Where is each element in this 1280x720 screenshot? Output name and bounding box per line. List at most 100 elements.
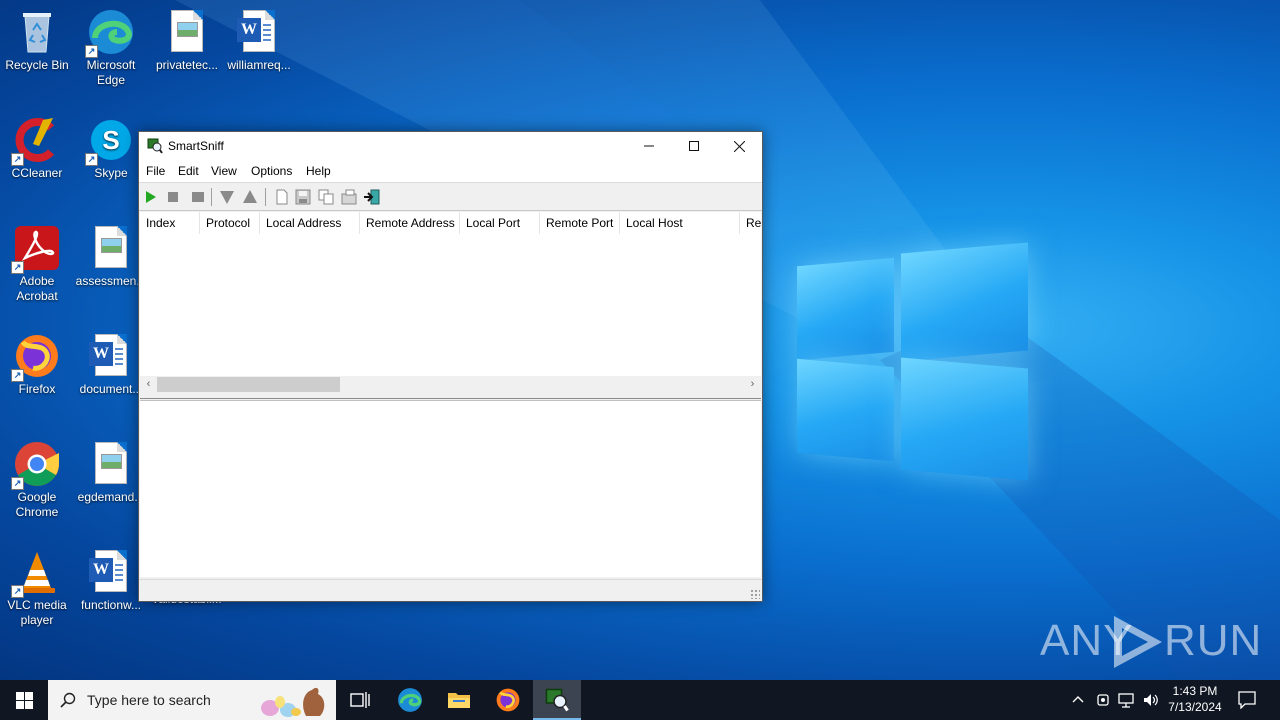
smartsniff-window: SmartSniff File Edit View Options Help I…	[138, 131, 763, 602]
skype-icon: S ↗	[85, 116, 135, 166]
clock-time: 1:43 PM	[1172, 684, 1218, 698]
taskbar-edge-button[interactable]	[386, 680, 434, 720]
desktop-icon-microsoft-edge[interactable]: ↗ Microsoft Edge	[74, 8, 148, 88]
maximize-button[interactable]	[671, 132, 717, 160]
menu-edit[interactable]: Edit	[178, 164, 199, 178]
start-capture-icon[interactable]	[142, 188, 160, 206]
minimize-button[interactable]	[626, 132, 672, 160]
word-document-icon: W	[87, 332, 135, 380]
menu-bar: File Edit View Options Help	[139, 160, 762, 182]
image-file-icon	[163, 8, 211, 56]
shortcut-arrow-icon: ↗	[11, 369, 24, 382]
column-header-remote-address[interactable]: Remote Address	[360, 212, 460, 234]
menu-help[interactable]: Help	[306, 164, 331, 178]
packet-list[interactable]: Index Protocol Local Address Remote Addr…	[140, 212, 761, 392]
desktop-icon-firefox[interactable]: ↗ Firefox	[0, 332, 74, 397]
toolbar-separator	[211, 188, 212, 206]
windows-wallpaper-logo	[795, 240, 1030, 481]
image-file-icon	[87, 224, 135, 272]
shortcut-arrow-icon: ↗	[11, 153, 24, 166]
show-hidden-icons-chevron-icon[interactable]	[1072, 694, 1084, 704]
column-header-local-port[interactable]: Local Port	[460, 212, 540, 234]
desktop-icon-document-file[interactable]: W document...	[74, 332, 148, 397]
close-icon	[733, 140, 745, 152]
packet-details-pane[interactable]	[140, 400, 761, 577]
desktop-icon-recycle-bin[interactable]: Recycle Bin	[0, 8, 74, 73]
menu-view[interactable]: View	[211, 164, 237, 178]
taskbar-smartsniff-button[interactable]	[533, 680, 581, 720]
scrollbar-thumb[interactable]	[157, 377, 340, 392]
column-header-index[interactable]: Index	[140, 212, 200, 234]
toolbar-separator	[265, 188, 266, 206]
task-view-icon	[350, 692, 370, 708]
desktop-icon-williamreq-file[interactable]: W williamreq...	[222, 8, 296, 73]
smartsniff-app-icon	[147, 138, 163, 154]
volume-icon[interactable]	[1142, 692, 1160, 708]
search-icon	[60, 692, 76, 708]
desktop-icon-skype[interactable]: S ↗ Skype	[74, 116, 148, 181]
shortcut-arrow-icon: ↗	[11, 477, 24, 490]
word-document-icon: W	[87, 548, 135, 596]
close-button[interactable]	[716, 132, 762, 160]
desktop-icon-assessment-file[interactable]: assessmen...	[74, 224, 148, 289]
column-header-remote-host[interactable]: Rem	[740, 212, 761, 234]
resize-grip-icon[interactable]	[750, 589, 760, 599]
column-header-remote-port[interactable]: Remote Port	[540, 212, 620, 234]
edge-icon	[398, 688, 422, 712]
exit-icon[interactable]	[363, 188, 381, 206]
smartsniff-app-icon	[545, 688, 569, 712]
title-bar[interactable]: SmartSniff	[139, 132, 762, 160]
desktop-icon-functionw-file[interactable]: W functionw...	[74, 548, 148, 613]
task-view-button[interactable]	[336, 680, 384, 720]
column-header-local-address[interactable]: Local Address	[260, 212, 360, 234]
taskbar-search-box[interactable]: Type here to search	[48, 680, 336, 720]
taskbar-clock[interactable]: 1:43 PM 7/13/2024	[1160, 683, 1230, 715]
taskbar-file-explorer-button[interactable]	[435, 680, 483, 720]
desktop-icon-privatetec-file[interactable]: privatetec...	[150, 8, 224, 73]
ccleaner-icon: ↗	[11, 116, 61, 166]
save-icon[interactable]	[294, 188, 312, 206]
search-placeholder: Type here to search	[87, 692, 211, 708]
start-button[interactable]	[0, 680, 48, 720]
desktop-icon-google-chrome[interactable]: ↗ Google Chrome	[0, 440, 74, 520]
image-file-icon	[87, 440, 135, 488]
stop-icon[interactable]	[189, 188, 207, 206]
shortcut-arrow-icon: ↗	[85, 45, 98, 58]
scroll-right-icon[interactable]: ›	[744, 376, 761, 393]
taskbar: Type here to search 1:43 PM 7/13/2024	[0, 680, 1280, 720]
stop-capture-icon[interactable]	[164, 188, 182, 206]
column-header-protocol[interactable]: Protocol	[200, 212, 260, 234]
network-icon[interactable]	[1118, 692, 1136, 708]
firefox-icon: ↗	[11, 332, 61, 382]
shortcut-arrow-icon: ↗	[85, 153, 98, 166]
taskbar-firefox-button[interactable]	[484, 680, 532, 720]
horizontal-scrollbar[interactable]: ‹ ›	[140, 376, 761, 393]
pane-splitter[interactable]	[140, 394, 761, 399]
recycle-bin-icon	[13, 8, 61, 56]
play-triangle-logo-icon	[1114, 616, 1162, 668]
toolbar	[139, 182, 762, 211]
filter-up-icon[interactable]	[241, 188, 259, 206]
desktop-icon-vlc[interactable]: ↗ VLC media player	[0, 548, 74, 628]
properties-icon[interactable]	[340, 188, 358, 206]
maximize-icon	[689, 141, 699, 151]
clock-date: 7/13/2024	[1168, 700, 1222, 714]
svg-text:S: S	[102, 125, 119, 155]
adobe-acrobat-icon: ↗	[11, 224, 61, 274]
copy-icon[interactable]	[317, 188, 335, 206]
filter-down-icon[interactable]	[218, 188, 236, 206]
meet-now-icon[interactable]	[1096, 692, 1110, 708]
windows-start-icon	[15, 691, 33, 709]
column-header-local-host[interactable]: Local Host	[620, 212, 740, 234]
minimize-icon	[644, 145, 654, 147]
menu-options[interactable]: Options	[251, 164, 292, 178]
new-file-icon[interactable]	[273, 188, 291, 206]
desktop-icon-ccleaner[interactable]: ↗ CCleaner	[0, 116, 74, 181]
search-highlight-illustration-icon	[261, 687, 325, 717]
menu-file[interactable]: File	[146, 164, 165, 178]
vlc-icon: ↗	[11, 548, 61, 598]
scroll-left-icon[interactable]: ‹	[140, 376, 157, 393]
desktop-icon-adobe-acrobat[interactable]: ↗ Adobe Acrobat	[0, 224, 74, 304]
desktop-icon-egdemand-file[interactable]: egdemand...	[74, 440, 148, 505]
notification-center-icon[interactable]	[1238, 691, 1256, 709]
